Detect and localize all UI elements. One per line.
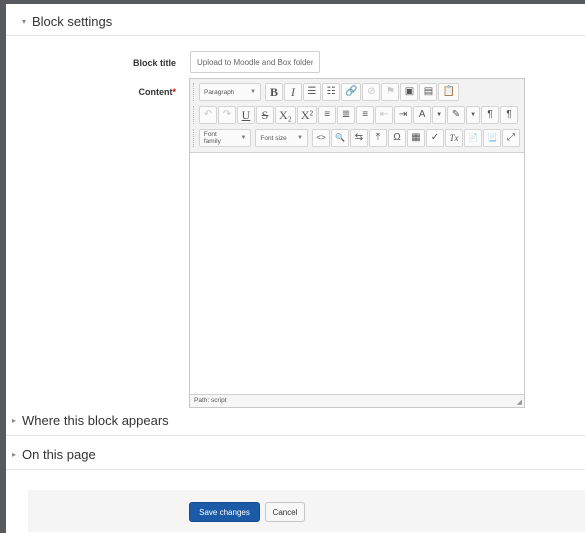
paste-word-icon[interactable]: 📃 (483, 129, 501, 147)
section-title: Where this block appears (22, 413, 169, 428)
outdent-icon[interactable]: ⇤ (375, 106, 394, 124)
rtl-direction-icon[interactable]: ¶ (500, 106, 519, 124)
editor-path: Path: script (194, 397, 227, 404)
toolbar-row-1: Paragraph ▼ B I ☰ ☷ 🔗 ⊘ ⚑ ▣ ▤ 📋 (193, 81, 521, 103)
toolbar-grip (193, 83, 196, 101)
chevron-down-icon: ▼ (297, 135, 303, 141)
editor-content-area[interactable] (190, 153, 524, 394)
italic-icon[interactable]: I (284, 83, 302, 101)
indent-icon[interactable]: ⇥ (394, 106, 413, 124)
cancel-button[interactable]: Cancel (265, 502, 305, 522)
table-icon[interactable]: ▦ (407, 129, 425, 147)
font-size-select[interactable]: Font size ▼ (255, 129, 308, 147)
anchor-icon[interactable]: ⚑ (381, 83, 400, 101)
chevron-down-icon: ▼ (250, 89, 256, 95)
rich-text-editor: Paragraph ▼ B I ☰ ☷ 🔗 ⊘ ⚑ ▣ ▤ 📋 ↶ ↷ U S (189, 78, 525, 408)
fullscreen-icon[interactable]: ⤢ (502, 129, 520, 147)
subscript-icon[interactable]: X₂ (275, 106, 296, 124)
section-title: On this page (22, 447, 96, 462)
superscript-icon[interactable]: X² (296, 106, 318, 124)
block-title-label: Block title (56, 58, 176, 68)
remove-format-icon[interactable]: Tx (445, 129, 463, 147)
unlink-icon[interactable]: ⊘ (362, 83, 381, 101)
toolbar-row-2: ↶ ↷ U S X₂ X² ≡ ≣ ≡ ⇤ ⇥ A ▼ ✎ ▼ ¶ ¶ (193, 104, 521, 126)
block-title-input[interactable] (190, 51, 320, 73)
content-label: Content* (56, 87, 176, 97)
strikethrough-icon[interactable]: S (256, 106, 274, 124)
save-changes-button[interactable]: Save changes (189, 502, 260, 522)
block-title-label-text: Block title (132, 58, 176, 68)
code-icon[interactable]: <> (312, 129, 330, 147)
media-icon[interactable]: ▤ (419, 83, 438, 101)
paste-icon[interactable]: 📋 (438, 83, 459, 101)
toolbar-row-3: Font family ▼ Font size ▼ <> 🔍 ⇆ ⤒ Ω ▦ ✓… (193, 127, 521, 149)
font-family-value: Font family (203, 131, 221, 145)
form-actions-bar (28, 490, 585, 532)
align-center-icon[interactable]: ≣ (337, 106, 356, 124)
resize-handle-icon[interactable]: ◢ (517, 398, 522, 406)
paste-text-icon[interactable]: 📄 (464, 129, 482, 147)
ltr-direction-icon[interactable]: ¶ (481, 106, 500, 124)
image-icon[interactable]: ▣ (400, 83, 419, 101)
font-size-value: Font size (260, 134, 287, 142)
section-on-this-page[interactable]: ▸ On this page (6, 444, 585, 470)
toolbar-grip (193, 106, 196, 124)
font-family-select[interactable]: Font family ▼ (198, 129, 252, 147)
paragraph-format-value: Paragraph (204, 88, 235, 96)
editor-status-bar: Path: script ◢ (190, 394, 524, 407)
numbered-list-icon[interactable]: ☷ (322, 83, 340, 101)
background-color-icon[interactable]: ✎ (447, 106, 466, 124)
find-icon[interactable]: 🔍 (331, 129, 349, 147)
underline-icon[interactable]: U (237, 106, 255, 124)
chevron-down-icon: ▼ (240, 135, 247, 141)
toolbar-grip (193, 129, 196, 147)
collapse-caret-icon: ▾ (21, 17, 26, 26)
replace-icon[interactable]: ⇆ (350, 129, 368, 147)
page-content: ▾ Block settings Block title Content* Pa… (6, 4, 585, 533)
spellcheck-icon[interactable]: ✓ (426, 129, 444, 147)
link-icon[interactable]: 🔗 (341, 83, 362, 101)
undo-icon[interactable]: ↶ (199, 106, 217, 124)
editor-toolbar: Paragraph ▼ B I ☰ ☷ 🔗 ⊘ ⚑ ▣ ▤ 📋 ↶ ↷ U S (190, 79, 524, 153)
bold-icon[interactable]: B (265, 83, 283, 101)
required-marker: * (172, 87, 176, 97)
expand-caret-icon: ▸ (11, 416, 16, 425)
content-label-text: Content (138, 87, 173, 97)
text-color-icon[interactable]: A (413, 106, 432, 124)
expand-caret-icon: ▸ (11, 450, 16, 459)
paragraph-format-select[interactable]: Paragraph ▼ (199, 83, 261, 101)
chevron-down-icon[interactable]: ▼ (466, 106, 481, 124)
section-title: Block settings (32, 14, 113, 29)
align-left-icon[interactable]: ≡ (318, 106, 337, 124)
redo-icon[interactable]: ↷ (218, 106, 236, 124)
align-right-icon[interactable]: ≡ (356, 106, 375, 124)
bullet-list-icon[interactable]: ☰ (303, 83, 321, 101)
special-character-icon[interactable]: Ω (388, 129, 406, 147)
upload-icon[interactable]: ⤒ (369, 129, 387, 147)
section-where-block-appears[interactable]: ▸ Where this block appears (6, 410, 585, 436)
section-block-settings[interactable]: ▾ Block settings (6, 12, 585, 36)
chevron-down-icon[interactable]: ▼ (432, 106, 447, 124)
